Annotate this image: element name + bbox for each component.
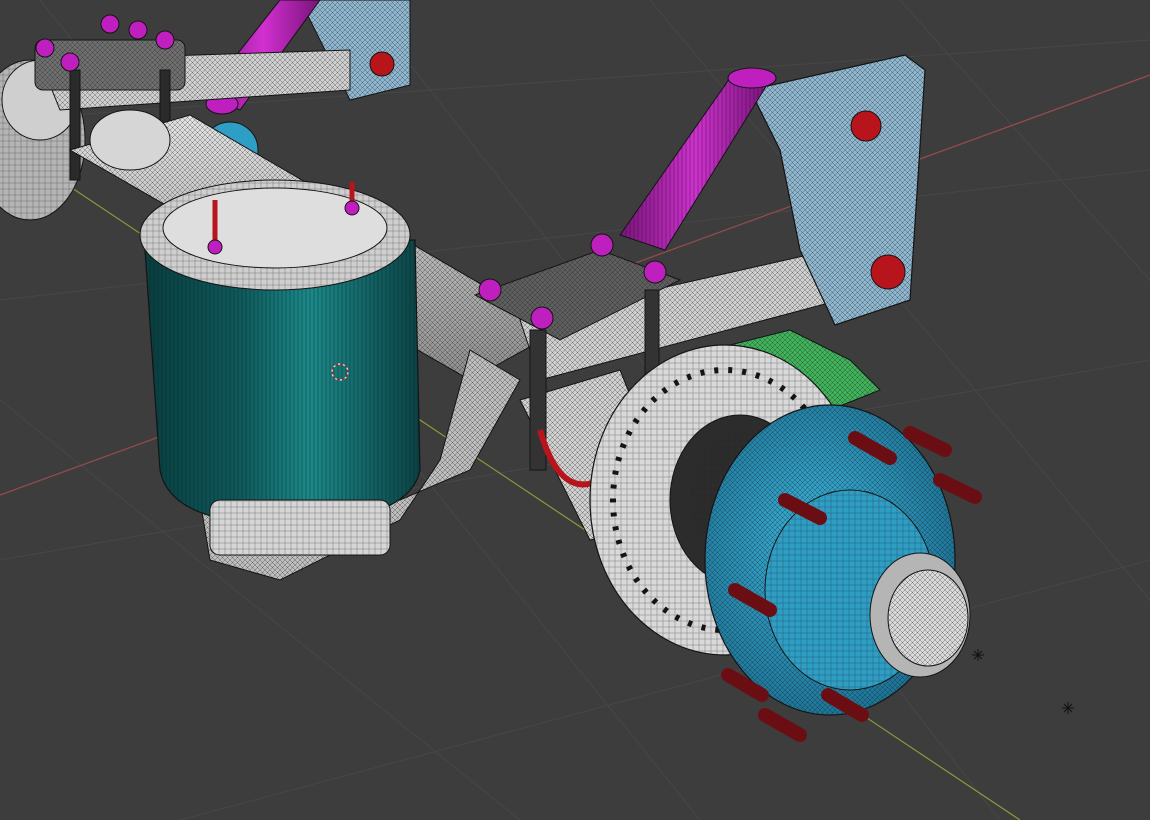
- 3d-viewport[interactable]: [0, 0, 1150, 820]
- bracket-pin-upper: [850, 110, 882, 142]
- wheel-stud[interactable]: [758, 708, 807, 742]
- air-spring-bellow[interactable]: [139, 179, 421, 556]
- wheel-hub[interactable]: [704, 404, 971, 716]
- empty-object-marker[interactable]: [972, 649, 1074, 714]
- near-shock-absorber[interactable]: [619, 67, 777, 251]
- wheel-stud[interactable]: [933, 473, 982, 504]
- scene-canvas[interactable]: [0, 0, 1150, 820]
- bracket-pin-lower: [870, 254, 906, 290]
